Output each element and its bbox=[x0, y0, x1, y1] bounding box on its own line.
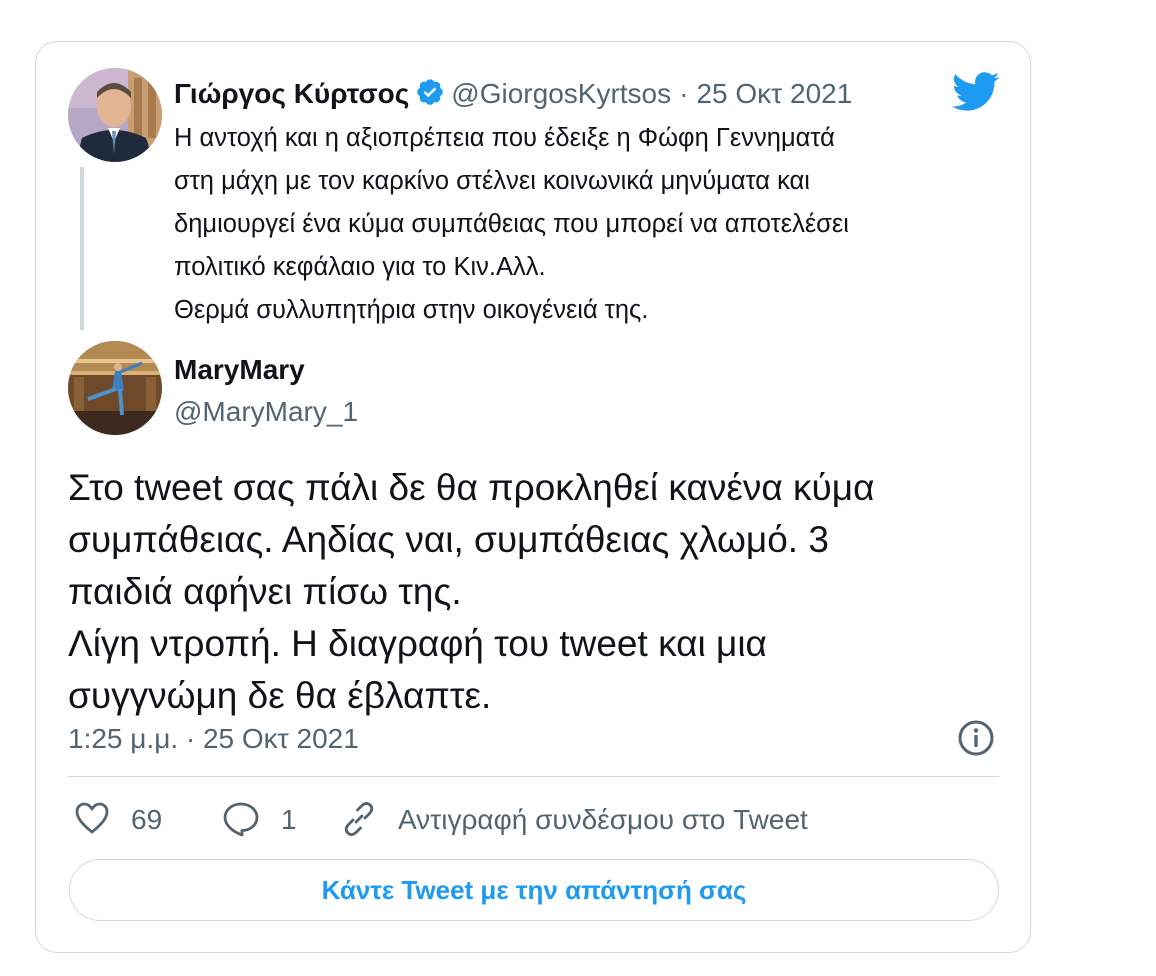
reply-author-name[interactable]: MaryMary bbox=[174, 352, 305, 388]
twitter-bird-icon[interactable] bbox=[951, 72, 1000, 117]
reply-tweet-text: Στο tweet σας πάλι δε θα προκληθεί κανέν… bbox=[68, 467, 875, 716]
speech-bubble-icon[interactable] bbox=[222, 801, 260, 842]
tweet-your-reply-button[interactable]: Κάντε Tweet με την απάντησή σας bbox=[69, 859, 999, 921]
header-separator: · bbox=[679, 78, 689, 109]
reply-count[interactable]: 1 bbox=[281, 802, 297, 838]
quoted-tweet-header: Γιώργος Κύρτσος @GiorgosKyrtsos · 25 Οκτ 20… bbox=[174, 76, 852, 121]
thread-connector-line bbox=[80, 167, 84, 330]
tweet-timestamp[interactable]: 1:25 μ.μ. · 25 Οκτ 2021 bbox=[68, 721, 359, 757]
quoted-author-name[interactable]: Γιώργος Κύρτσος bbox=[174, 78, 409, 109]
quoted-author-avatar[interactable] bbox=[68, 68, 162, 162]
copy-link-label[interactable]: Αντιγραφή συνδέσμου στο Tweet bbox=[398, 802, 808, 838]
heart-icon[interactable] bbox=[74, 801, 110, 840]
like-count[interactable]: 69 bbox=[131, 802, 162, 838]
reply-author-avatar[interactable] bbox=[68, 341, 162, 435]
reply-button-label: Κάντε Tweet με την απάντησή σας bbox=[321, 874, 747, 905]
divider bbox=[68, 776, 999, 777]
info-icon[interactable] bbox=[957, 719, 995, 762]
reply-author-handle[interactable]: @MaryMary_1 bbox=[174, 394, 358, 430]
quoted-tweet-text: Η αντοχή και η αξιοπρέπεια που έδειξε η … bbox=[174, 124, 849, 324]
link-icon[interactable] bbox=[340, 800, 378, 843]
quoted-author-handle[interactable]: @GiorgosKyrtsos bbox=[451, 78, 671, 109]
quoted-tweet-date[interactable]: 25 Οκτ 2021 bbox=[696, 78, 852, 109]
verified-badge-icon bbox=[415, 77, 445, 121]
